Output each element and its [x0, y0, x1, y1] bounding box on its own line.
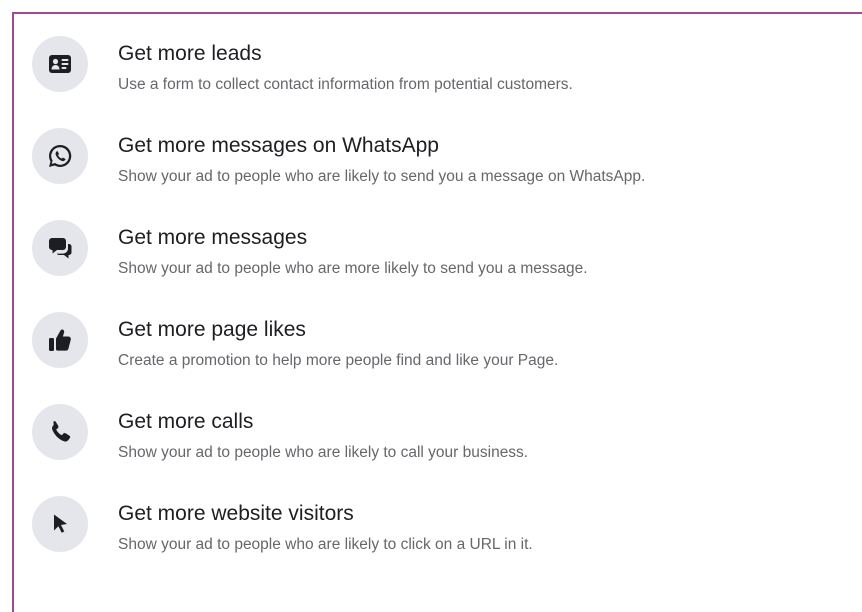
objective-description: Show your ad to people who are likely to…: [118, 536, 533, 553]
objective-description: Create a promotion to help more people f…: [118, 352, 559, 369]
objective-panel: Get more leads Use a form to collect con…: [12, 12, 862, 612]
objective-title: Get more leads: [118, 42, 262, 65]
cursor-icon: [32, 496, 88, 552]
phone-icon: [32, 404, 88, 460]
objective-title: Get more page likes: [118, 318, 306, 341]
objective-get-more-website-visitors[interactable]: Get more website visitors Show your ad t…: [32, 482, 862, 574]
objective-title: Get more website visitors: [118, 502, 354, 525]
chat-bubbles-icon: [32, 220, 88, 276]
objective-description: Show your ad to people who are more like…: [118, 260, 588, 277]
objective-title: Get more messages: [118, 226, 308, 249]
whatsapp-icon: [32, 128, 88, 184]
objective-get-more-calls[interactable]: Get more calls Show your ad to people wh…: [32, 390, 862, 482]
objective-description: Show your ad to people who are likely to…: [118, 168, 646, 185]
thumbs-up-icon: [32, 312, 88, 368]
objective-get-more-page-likes[interactable]: Get more page likes Create a promotion t…: [32, 298, 862, 390]
objective-get-more-leads[interactable]: Get more leads Use a form to collect con…: [32, 22, 862, 114]
objective-get-more-messages-whatsapp[interactable]: Get more messages on WhatsApp Show your …: [32, 114, 862, 206]
objective-title: Get more calls: [118, 410, 254, 433]
contact-card-icon: [32, 36, 88, 92]
objective-description: Use a form to collect contact informatio…: [118, 76, 573, 93]
objective-get-more-messages[interactable]: Get more messages Show your ad to people…: [32, 206, 862, 298]
objective-description: Show your ad to people who are likely to…: [118, 444, 529, 461]
objective-title: Get more messages on WhatsApp: [118, 134, 439, 157]
